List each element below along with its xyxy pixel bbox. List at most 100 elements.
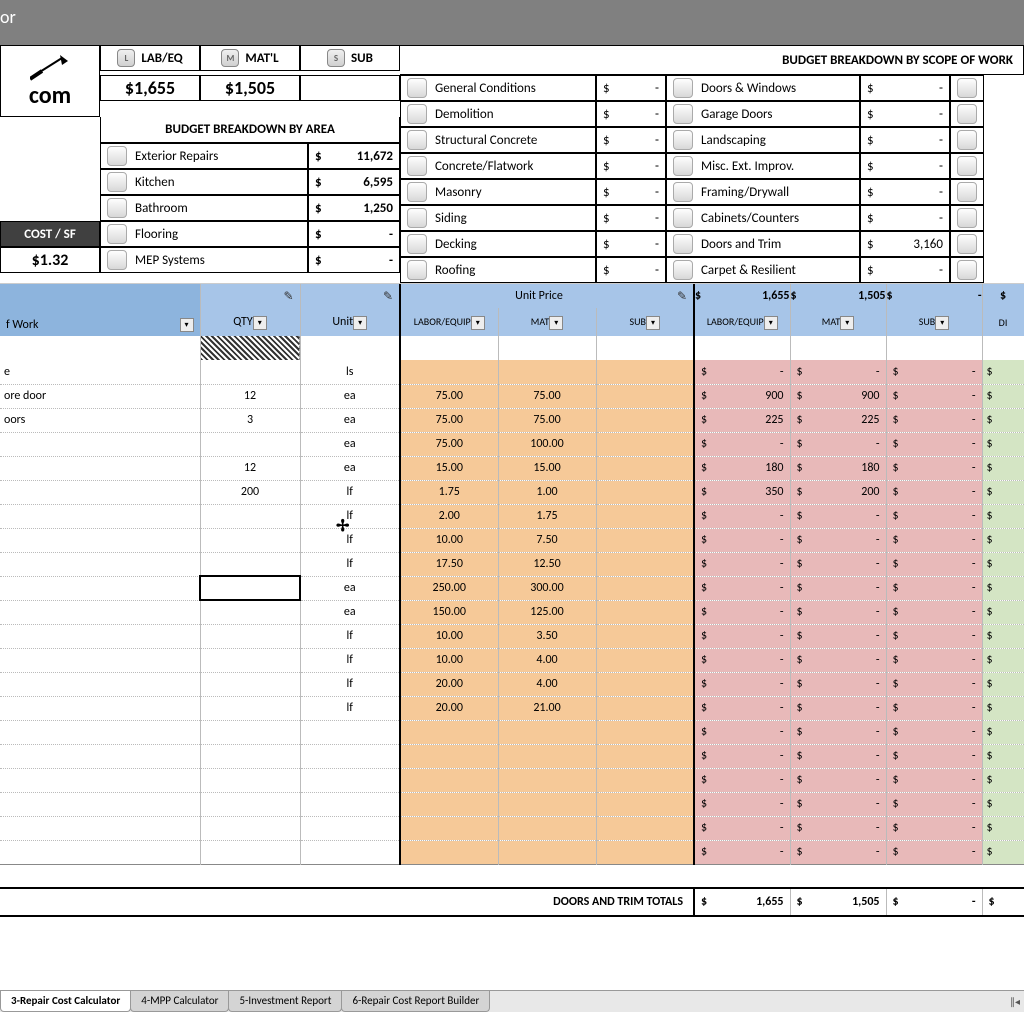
checkbox-icon[interactable] [957,78,977,98]
table-row[interactable]: lf17.5012.50$-$-$-$ [0,552,1024,576]
checkbox-icon[interactable] [957,260,977,280]
scope-item[interactable]: Framing/Drywall [666,179,860,205]
scope-item[interactable]: Garage Doors [666,101,860,127]
scope-extra[interactable] [950,75,984,101]
pencil-icon[interactable]: ✎ [677,289,687,304]
col-sub2[interactable]: SUB▾ [886,308,982,336]
checkbox-icon[interactable] [407,104,427,124]
scope-extra[interactable] [950,179,984,205]
col-mat2[interactable]: MAT▾ [790,308,886,336]
checkbox-icon[interactable] [673,208,693,228]
checkbox-icon[interactable] [957,234,977,254]
scope-item[interactable]: General Conditions [400,75,596,101]
sheet-tab[interactable]: 4-MPP Calculator [130,991,229,1012]
checkbox-icon[interactable] [107,172,127,192]
table-row[interactable]: oors3ea75.0075.00$225$225$-$ [0,408,1024,432]
scope-item[interactable]: Siding [400,205,596,231]
table-row[interactable]: 200lf1.751.00$350$200$-$ [0,480,1024,504]
table-row[interactable]: lf2.001.75$-$-$-$ [0,504,1024,528]
header-sub-btn[interactable]: S SUB [300,45,400,71]
checkbox-icon[interactable] [673,130,693,150]
filter-arrow-icon[interactable]: ▾ [253,316,267,330]
scope-item[interactable]: Misc. Ext. Improv. [666,153,860,179]
checkbox-icon[interactable] [407,234,427,254]
area-item[interactable]: MEP Systems [100,247,308,273]
scope-extra[interactable] [950,153,984,179]
checkbox-icon[interactable] [407,156,427,176]
table-row[interactable]: els$-$-$-$ [0,360,1024,384]
checkbox-icon[interactable] [957,182,977,202]
data-grid[interactable]: f Work▾ ✎ ✎ Unit Price✎ $1,655 $1,505 $-… [0,284,1024,917]
table-row[interactable]: lf20.0021.00$-$-$-$ [0,696,1024,720]
table-row[interactable]: ea75.00100.00$-$-$-$ [0,432,1024,456]
col-mat[interactable]: MAT▾ [498,308,596,336]
scope-item[interactable]: Masonry [400,179,596,205]
filter-arrow-icon[interactable]: ▾ [646,316,660,330]
table-row[interactable]: lf10.004.00$-$-$-$ [0,648,1024,672]
scope-item[interactable]: Doors & Windows [666,75,860,101]
col-unit[interactable]: Unit▾ [300,308,400,336]
scope-item[interactable]: Structural Concrete [400,127,596,153]
filter-arrow-icon[interactable]: ▾ [840,316,854,330]
table-row[interactable]: $-$-$-$ [0,840,1024,864]
sheet-tab[interactable]: 5-Investment Report [228,991,342,1012]
area-item[interactable]: Exterior Repairs [100,143,308,169]
checkbox-icon[interactable] [673,260,693,280]
sheet-tab[interactable]: 6-Repair Cost Report Builder [341,991,490,1012]
area-item[interactable]: Bathroom [100,195,308,221]
scope-extra[interactable] [950,205,984,231]
table-row[interactable]: 12ea15.0015.00$180$180$-$ [0,456,1024,480]
checkbox-icon[interactable] [107,250,127,270]
filter-arrow-icon[interactable]: ▾ [471,316,485,330]
col-qty[interactable]: QTY▾ [200,308,300,336]
table-row[interactable]: lf10.003.50$-$-$-$ [0,624,1024,648]
header-labeq-btn[interactable]: L LAB/EQ [100,45,200,71]
table-row[interactable]: $-$-$-$ [0,744,1024,768]
checkbox-icon[interactable] [107,224,127,244]
checkbox-icon[interactable] [407,130,427,150]
checkbox-icon[interactable] [107,198,127,218]
col-labor[interactable]: LABOR/EQUIP▾ [400,308,498,336]
checkbox-icon[interactable] [957,208,977,228]
header-matl-btn[interactable]: M MAT'L [200,45,300,71]
col-scope[interactable]: f Work▾ [0,284,200,336]
sheet-tab-bar[interactable]: 3-Repair Cost Calculator 4-MPP Calculato… [0,990,1024,1012]
checkbox-icon[interactable] [407,78,427,98]
checkbox-icon[interactable] [957,104,977,124]
scope-extra[interactable] [950,231,984,257]
table-row[interactable]: $-$-$-$ [0,768,1024,792]
pencil-icon[interactable]: ✎ [283,290,293,304]
filter-arrow-icon[interactable]: ▾ [180,318,194,332]
scope-item[interactable]: Cabinets/Counters [666,205,860,231]
table-row[interactable]: $-$-$-$ [0,816,1024,840]
scope-item[interactable]: Demolition [400,101,596,127]
filter-arrow-icon[interactable]: ▾ [549,316,563,330]
checkbox-icon[interactable] [407,182,427,202]
scope-item[interactable]: Carpet & Resilient [666,257,860,283]
col-diy[interactable]: DI [982,308,1024,336]
checkbox-icon[interactable] [407,208,427,228]
col-labor2[interactable]: LABOR/EQUIP▾ [694,308,790,336]
area-item[interactable]: Kitchen [100,169,308,195]
checkbox-icon[interactable] [673,156,693,176]
table-row[interactable]: ea150.00125.00$-$-$-$ [0,600,1024,624]
table-row[interactable]: ore door12ea75.0075.00$900$900$-$ [0,384,1024,408]
table-row[interactable]: $-$-$-$ [0,792,1024,816]
table-row[interactable]: lf20.004.00$-$-$-$ [0,672,1024,696]
table-row[interactable]: $-$-$-$ [0,720,1024,744]
area-item[interactable]: Flooring [100,221,308,247]
checkbox-icon[interactable] [107,146,127,166]
scope-item[interactable]: Landscaping [666,127,860,153]
scope-extra[interactable] [950,127,984,153]
scope-extra[interactable] [950,257,984,283]
checkbox-icon[interactable] [957,130,977,150]
scope-item[interactable]: Decking [400,231,596,257]
checkbox-icon[interactable] [957,156,977,176]
tab-scroll-icon[interactable]: ∥◂ [1006,991,1024,1012]
col-sub[interactable]: SUB▾ [596,308,694,336]
table-row[interactable]: lf10.007.50$-$-$-$ [0,528,1024,552]
table-row[interactable]: ea250.00300.00$-$-$-$ [0,576,1024,600]
filter-arrow-icon[interactable]: ▾ [935,316,949,330]
scope-item[interactable]: Concrete/Flatwork [400,153,596,179]
checkbox-icon[interactable] [673,104,693,124]
